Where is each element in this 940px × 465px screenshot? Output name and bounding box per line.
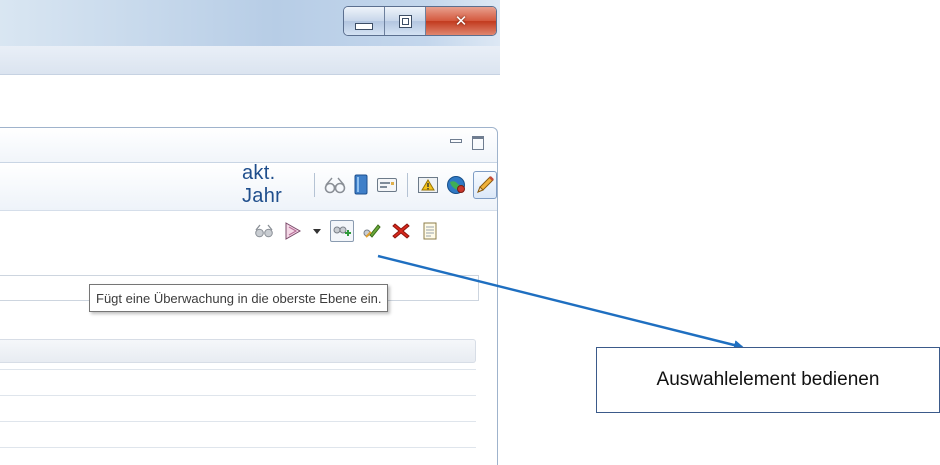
maximize-button[interactable] <box>385 7 426 35</box>
restore-icon <box>398 14 412 28</box>
application-window: ✕ akt. Jahr Fügt eine Überwachung in die… <box>0 0 500 465</box>
globe-icon[interactable] <box>445 174 467 196</box>
title-bar: ✕ <box>0 0 500 47</box>
callout-text: Auswahlelement bedienen <box>656 369 880 390</box>
secondary-toolbar-icons <box>253 219 441 243</box>
table-row[interactable] <box>0 369 476 370</box>
window-controls: ✕ <box>343 6 497 36</box>
edit-watch-icon[interactable] <box>361 220 383 242</box>
tooltip-text: Fügt eine Überwachung in die oberste Ebe… <box>96 290 382 306</box>
funnel-icon[interactable] <box>282 220 304 242</box>
year-label[interactable]: akt. Jahr <box>242 162 303 208</box>
primary-toolbar-icons: akt. Jahr <box>242 162 498 207</box>
minimize-button[interactable] <box>344 7 385 35</box>
glasses-small-icon[interactable] <box>253 220 275 242</box>
pencil-icon[interactable] <box>473 171 498 199</box>
year-label-text: akt. Jahr <box>242 162 283 207</box>
add-watch-tooltip: Fügt eine Überwachung in die oberste Ebe… <box>89 284 389 312</box>
toolbar-separator <box>314 173 316 197</box>
close-button[interactable]: ✕ <box>426 7 496 35</box>
book-icon[interactable] <box>352 174 370 196</box>
minimize-icon <box>355 22 373 30</box>
warning-icon[interactable] <box>417 174 439 196</box>
table-row[interactable] <box>0 447 476 448</box>
card-icon[interactable] <box>376 174 398 196</box>
menu-bar <box>0 46 500 75</box>
glasses-icon[interactable] <box>324 174 346 196</box>
view-maximize-button[interactable] <box>472 136 484 150</box>
document-icon[interactable] <box>419 220 441 242</box>
table-row[interactable] <box>0 421 476 422</box>
table-row[interactable] <box>0 395 476 396</box>
table-group-row[interactable] <box>0 339 476 363</box>
toolbar-separator <box>407 173 409 197</box>
add-watch-icon[interactable] <box>330 220 354 242</box>
view-minimize-button[interactable] <box>450 139 462 143</box>
view-tab-bar <box>0 128 497 163</box>
annotation-callout: Auswahlelement bedienen <box>596 347 940 413</box>
view-toolbar-secondary <box>0 211 497 251</box>
delete-icon[interactable] <box>390 220 412 242</box>
close-icon: ✕ <box>454 12 468 30</box>
dropdown-arrow-icon[interactable] <box>313 228 321 234</box>
view-toolbar-primary: akt. Jahr <box>0 162 498 211</box>
